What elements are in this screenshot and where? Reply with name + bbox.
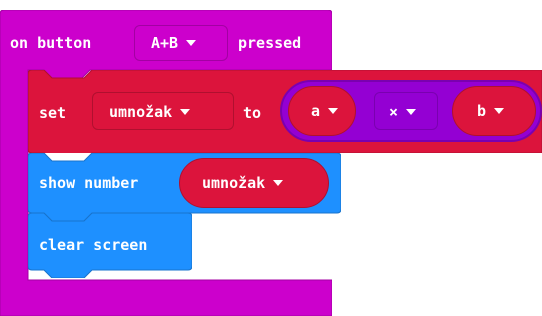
- button-select-value: A+B: [151, 34, 179, 52]
- event-prefix-label: on button: [10, 34, 92, 52]
- right-operand-dropdown[interactable]: b: [452, 86, 536, 136]
- chevron-down-icon: [328, 108, 339, 114]
- chevron-down-icon: [494, 108, 505, 114]
- left-operand-value: a: [311, 102, 321, 120]
- operator-dropdown[interactable]: ×: [374, 92, 438, 130]
- right-operand-value: b: [477, 102, 487, 120]
- chevron-down-icon: [273, 180, 284, 186]
- show-number-label: show number: [39, 174, 139, 192]
- to-label: to: [243, 104, 262, 122]
- show-number-block[interactable]: show number umnožak: [28, 153, 341, 221]
- set-variable-block[interactable]: set umnožak to a × b: [28, 70, 542, 153]
- chevron-down-icon: [186, 40, 197, 46]
- button-select-dropdown[interactable]: A+B: [134, 25, 228, 61]
- chevron-down-icon: [406, 109, 417, 115]
- chevron-down-icon: [180, 109, 191, 115]
- set-variable-dropdown[interactable]: umnožak: [92, 92, 234, 130]
- show-number-variable-dropdown[interactable]: umnožak: [179, 158, 329, 208]
- event-suffix-label: pressed: [238, 34, 302, 52]
- clear-screen-label: clear screen: [39, 236, 148, 254]
- set-variable-value: umnožak: [109, 103, 173, 121]
- clear-screen-block[interactable]: clear screen: [28, 213, 192, 278]
- left-operand-dropdown[interactable]: a: [288, 86, 356, 136]
- set-label: set: [39, 104, 67, 122]
- operator-value: ×: [389, 103, 399, 121]
- show-number-variable-value: umnožak: [202, 174, 266, 192]
